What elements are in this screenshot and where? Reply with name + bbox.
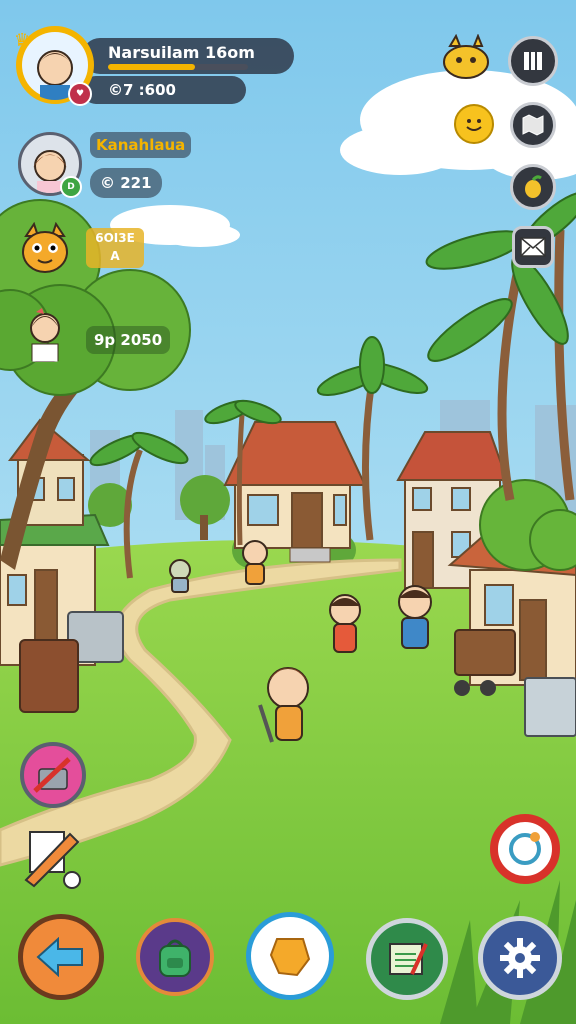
build-tool-icon: [24, 831, 81, 889]
village-scene: [0, 0, 576, 1024]
map-button[interactable]: [510, 102, 556, 148]
friend-label-2: 6OI3E A: [86, 228, 144, 268]
player-level-badge: ♥: [68, 82, 92, 106]
friend-score-1: © 221: [90, 168, 162, 198]
cat-mascot-icon: [22, 221, 68, 273]
fruit-icon: [525, 175, 542, 198]
chat-bubble-icon: [269, 938, 311, 977]
mascot-button[interactable]: [442, 33, 492, 80]
xp-bar-fill: [108, 64, 195, 70]
coin-count: ©7 :600: [108, 81, 176, 99]
back-arrow-icon: [36, 937, 83, 977]
smiley-emote-icon: [466, 119, 482, 131]
crown-icon: ♛: [14, 30, 31, 51]
mail-button[interactable]: [512, 226, 554, 268]
quest-button[interactable]: [366, 918, 448, 1000]
backpack-icon: [159, 939, 191, 977]
player-name: Narsuilam 16om: [108, 43, 255, 62]
friend-online-badge: D: [60, 176, 82, 198]
build-button[interactable]: [20, 826, 86, 890]
back-button[interactable]: [18, 914, 104, 1000]
center-house: [223, 421, 367, 563]
coin-bar: ©7 :600: [82, 76, 246, 104]
friend-avatar-3[interactable]: [22, 304, 68, 362]
friend-label-line2: A: [110, 249, 120, 263]
quest-scroll-icon: [389, 943, 428, 975]
fruit-button[interactable]: [510, 164, 556, 210]
lifebuoy-icon: [509, 832, 541, 865]
friend-label-line1: 6OI3E: [95, 231, 135, 245]
settings-button[interactable]: [478, 916, 562, 1000]
gear-icon: [500, 938, 540, 978]
map-icon: [522, 114, 544, 136]
xp-bar-track: [108, 64, 248, 70]
emote-button[interactable]: [454, 104, 494, 144]
friend-score-3: 9p 2050: [86, 326, 171, 354]
player-name-bar: Narsuilam 16om: [82, 38, 294, 74]
help-button[interactable]: [490, 814, 560, 884]
friend-portrait-icon: [30, 308, 60, 362]
cat-mascot-icon: [443, 33, 489, 79]
mail-icon: [520, 237, 546, 257]
pause-icon: [524, 52, 542, 70]
chat-button[interactable]: [246, 912, 334, 1000]
pause-button[interactable]: [508, 36, 558, 86]
shop-button[interactable]: [20, 742, 86, 808]
friend-name-1: Kanahlaua: [90, 132, 192, 158]
shop-icon: [33, 757, 71, 793]
backpack-button[interactable]: [136, 918, 214, 996]
game-screen: Narsuilam 16om ©7 :600 ♥ ♛ D Kanahlaua ©…: [0, 0, 576, 1024]
friend-avatar-2[interactable]: [20, 221, 70, 274]
